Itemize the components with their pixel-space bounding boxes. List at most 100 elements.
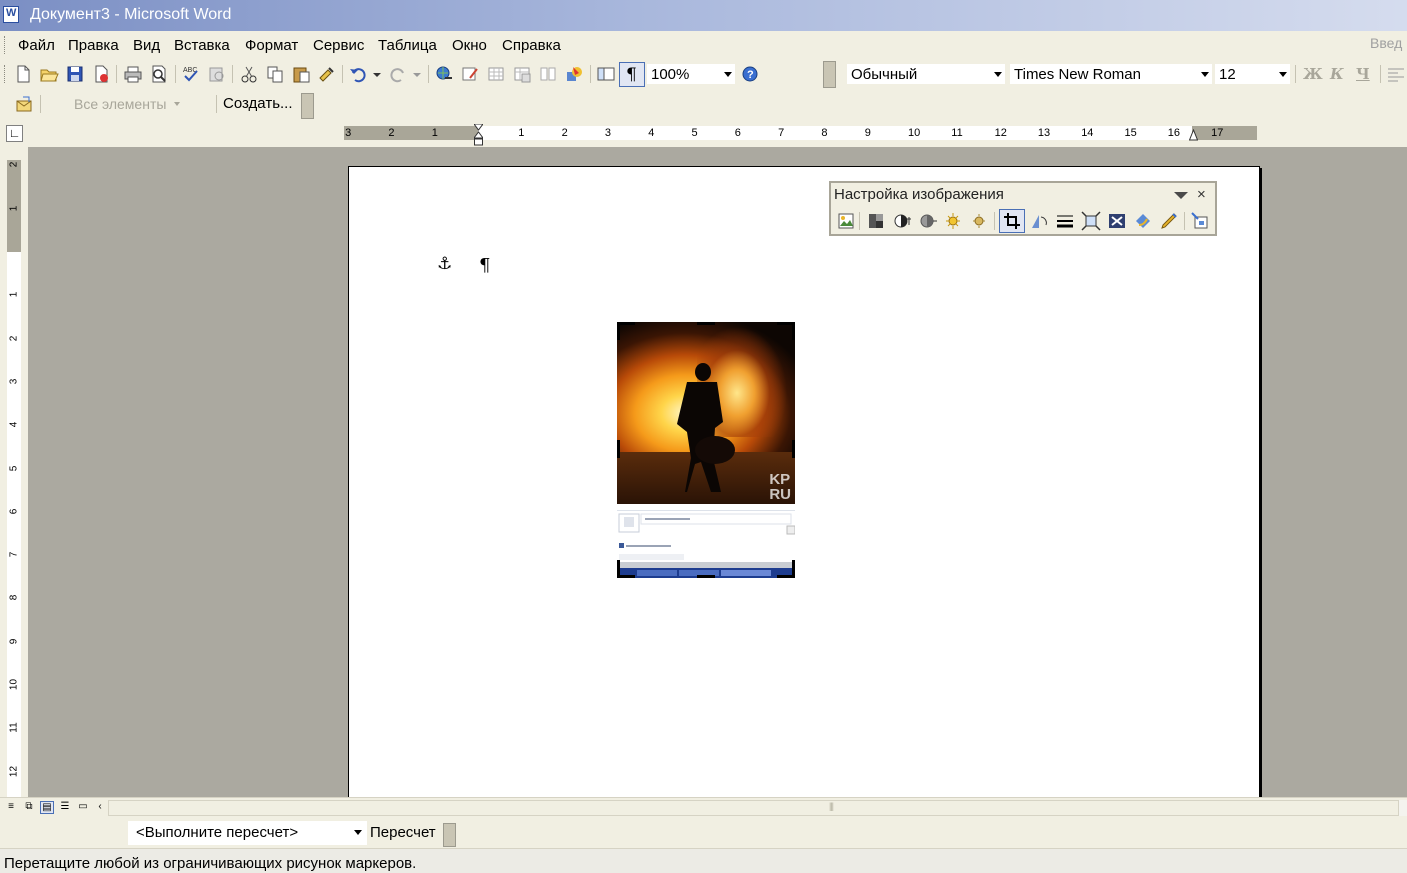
outline-view-icon[interactable]: ☰: [58, 801, 72, 814]
cut-icon[interactable]: [239, 64, 259, 84]
crop-handle-bottom-right[interactable]: [792, 560, 795, 578]
recalc-combo[interactable]: <Выполните пересчет>: [128, 821, 367, 845]
insert-table-icon[interactable]: [486, 64, 506, 84]
menu-tools[interactable]: Сервис: [313, 37, 364, 54]
horizontal-scrollbar[interactable]: [108, 800, 1407, 816]
selected-picture[interactable]: KP RU: [617, 322, 796, 578]
chevron-down-icon[interactable]: [174, 102, 180, 106]
spelling-icon[interactable]: ABC: [181, 64, 201, 84]
mail-merge-icon[interactable]: [14, 94, 34, 114]
right-indent-icon[interactable]: [1189, 129, 1198, 141]
recalc-button[interactable]: Пересчет: [370, 824, 436, 841]
web-view-icon[interactable]: ⧉: [22, 801, 36, 814]
italic-button[interactable]: К: [1330, 65, 1344, 83]
print-icon[interactable]: [123, 64, 143, 84]
menu-insert[interactable]: Вставка: [174, 37, 230, 54]
color-icon[interactable]: [866, 211, 886, 231]
new-icon[interactable]: [13, 64, 33, 84]
insert-picture-icon[interactable]: [836, 211, 856, 231]
close-icon[interactable]: ×: [1197, 186, 1206, 203]
crop-handle-bottom[interactable]: [697, 575, 715, 578]
scroll-left-icon[interactable]: ‹: [93, 801, 107, 814]
picture-toolbar[interactable]: Настройка изображения ×: [829, 181, 1217, 236]
chevron-down-icon[interactable]: [1201, 72, 1209, 77]
toolbar-options-chevron[interactable]: [823, 61, 836, 88]
compress-icon[interactable]: [1081, 211, 1101, 231]
crop-handle-top-right[interactable]: [792, 322, 795, 340]
chevron-down-icon[interactable]: [1279, 72, 1287, 77]
vertical-ruler[interactable]: 2 1 1 2 3 4 5 6 7 8 9 10 11 12: [7, 160, 21, 797]
align-left-icon[interactable]: [1386, 64, 1406, 84]
columns-icon[interactable]: [538, 64, 558, 84]
all-items-dropdown[interactable]: Все элементы: [74, 96, 166, 112]
toolbar-options-icon[interactable]: [1174, 192, 1188, 199]
font-combo[interactable]: Times New Roman: [1009, 63, 1213, 85]
bold-button[interactable]: Ж: [1303, 65, 1323, 83]
line-style-icon[interactable]: [1055, 211, 1075, 231]
set-transparent-color-icon[interactable]: [1159, 211, 1179, 231]
crop-handle-right[interactable]: [792, 440, 795, 458]
chevron-down-icon[interactable]: [354, 830, 362, 835]
crop-handle-top-left[interactable]: [617, 322, 620, 340]
format-painter-icon[interactable]: [317, 64, 337, 84]
menu-grip[interactable]: [4, 36, 7, 54]
normal-view-icon[interactable]: ≡: [4, 801, 18, 814]
document-map-icon[interactable]: [596, 64, 616, 84]
underline-button[interactable]: Ч: [1356, 65, 1370, 83]
toolbar-options-chevron[interactable]: [301, 93, 314, 119]
less-contrast-icon[interactable]: [918, 211, 938, 231]
rotate-icon[interactable]: [1029, 211, 1049, 231]
menu-format[interactable]: Формат: [245, 37, 298, 54]
crop-button[interactable]: [999, 209, 1025, 233]
print-layout-view-icon[interactable]: ▤: [40, 801, 54, 814]
paste-icon[interactable]: [291, 64, 311, 84]
reset-picture-icon[interactable]: [1190, 211, 1210, 231]
toolbar-grip[interactable]: [4, 65, 7, 83]
hyperlink-icon[interactable]: [434, 64, 454, 84]
help-search-box[interactable]: Введ: [1370, 35, 1402, 51]
menu-view[interactable]: Вид: [133, 37, 160, 54]
style-combo[interactable]: Обычный: [846, 63, 1006, 85]
undo-icon[interactable]: [348, 64, 368, 84]
chevron-down-icon[interactable]: [724, 72, 732, 77]
research-icon[interactable]: [207, 64, 227, 84]
copy-icon[interactable]: [265, 64, 285, 84]
print-preview-icon[interactable]: [149, 64, 169, 84]
create-button[interactable]: Создать...: [223, 95, 293, 112]
more-brightness-icon[interactable]: [944, 211, 964, 231]
format-picture-icon[interactable]: [1133, 211, 1153, 231]
undo-dropdown-icon[interactable]: [370, 64, 384, 84]
menu-help[interactable]: Справка: [502, 37, 561, 54]
show-formatting-button[interactable]: ¶: [619, 62, 645, 87]
menu-table[interactable]: Таблица: [378, 37, 437, 54]
more-contrast-icon[interactable]: [892, 211, 912, 231]
open-icon[interactable]: [39, 64, 59, 84]
save-icon[interactable]: [65, 64, 85, 84]
crop-handle-bottom-left[interactable]: [617, 560, 620, 578]
permission-icon[interactable]: [91, 64, 111, 84]
document-workspace[interactable]: ⚓ ¶ KP RU: [28, 147, 1407, 797]
insert-excel-icon[interactable]: [512, 64, 532, 84]
crop-handle-top[interactable]: [697, 322, 715, 325]
menu-window[interactable]: Окно: [452, 37, 487, 54]
crop-handle-left[interactable]: [617, 440, 620, 458]
tables-borders-icon[interactable]: [460, 64, 480, 84]
word-app-icon[interactable]: [3, 6, 19, 23]
picture-toolbar-title[interactable]: Настройка изображения: [834, 186, 1004, 203]
text-wrapping-icon[interactable]: [1107, 211, 1127, 231]
zoom-combo[interactable]: 100%: [646, 63, 736, 85]
scrollbar-thumb[interactable]: [108, 800, 1399, 816]
toolbar-options-chevron[interactable]: [443, 823, 456, 847]
anchor-icon[interactable]: ⚓: [437, 254, 452, 274]
document-page[interactable]: ⚓ ¶ KP RU: [348, 166, 1260, 797]
menu-edit[interactable]: Правка: [68, 37, 119, 54]
font-size-combo[interactable]: 12: [1214, 63, 1291, 85]
less-brightness-icon[interactable]: [970, 211, 990, 231]
tab-selector[interactable]: ∟: [6, 125, 23, 142]
help-icon[interactable]: ?: [740, 64, 760, 84]
reading-view-icon[interactable]: ▭: [76, 801, 90, 814]
indent-marker-icon[interactable]: [474, 124, 483, 146]
redo-icon[interactable]: [388, 64, 408, 84]
redo-dropdown-icon[interactable]: [410, 64, 424, 84]
chevron-down-icon[interactable]: [994, 72, 1002, 77]
